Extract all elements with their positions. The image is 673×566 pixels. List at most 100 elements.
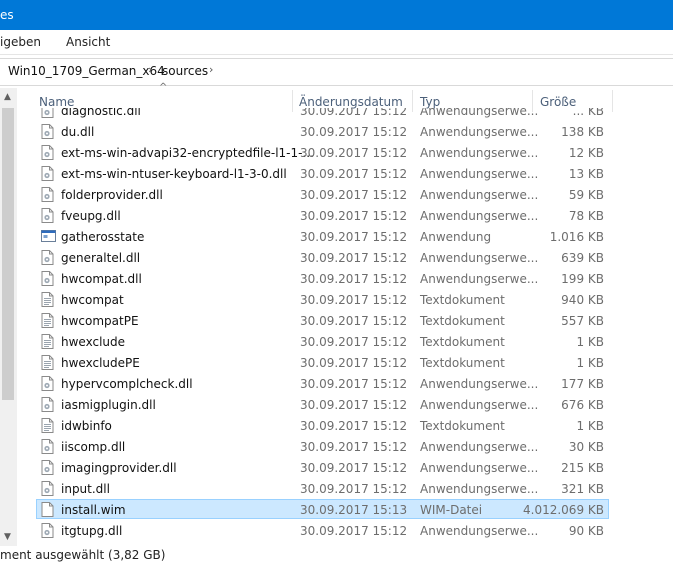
file-type: Anwendungserwe... <box>420 125 539 139</box>
file-date: 30.09.2017 15:12 <box>300 167 408 181</box>
scroll-up-arrow-icon[interactable]: ▲ <box>4 92 11 102</box>
file-row[interactable]: hwcompatPE 30.09.2017 15:12 Textdokument 55… <box>36 310 609 330</box>
dll-file-icon <box>41 481 54 496</box>
file-type: Anwendungserwe... <box>420 167 539 181</box>
breadcrumb-sources[interactable]: sources <box>162 64 208 78</box>
file-name: hwcompat.dll <box>61 272 142 286</box>
file-size: 13 KB <box>568 167 604 181</box>
file-date: 30.09.2017 15:12 <box>300 230 408 244</box>
file-row[interactable]: hwcompat 30.09.2017 15:12 Textdokument 940 … <box>36 289 609 309</box>
file-row[interactable]: hwexclude 30.09.2017 15:12 Textdokument 1 K… <box>36 331 609 351</box>
file-date: 30.09.2017 15:12 <box>300 377 408 391</box>
breadcrumb-win10-folder[interactable]: Win10_1709_German_x64 <box>8 64 165 78</box>
file-row[interactable]: hypervcomplcheck.dll 30.09.2017 15:12 Anwe… <box>36 373 609 393</box>
text-file-icon <box>41 355 54 370</box>
application-icon <box>41 229 56 244</box>
tab-ansicht[interactable]: Ansicht <box>66 35 110 49</box>
file-row[interactable]: fveupg.dll 30.09.2017 15:12 Anwendungserwe… <box>36 205 609 225</box>
file-row[interactable]: generaltel.dll 30.09.2017 15:12 Anwendungs… <box>36 247 609 267</box>
file-date: 30.09.2017 15:12 <box>300 461 408 475</box>
file-date: 30.09.2017 15:12 <box>300 335 408 349</box>
file-name: ext-ms-win-ntuser-keyboard-l1-3-0.dll <box>61 167 287 181</box>
file-list: diagnostic.dll 30.09.2017 15:12 Anwendungs… <box>0 108 673 546</box>
file-size: 4.012.069 KB <box>523 503 604 517</box>
text-file-icon <box>41 334 54 349</box>
file-row[interactable]: folderprovider.dll 30.09.2017 15:12 Anwend… <box>36 184 609 204</box>
chevron-right-icon[interactable]: › <box>148 63 152 76</box>
dll-file-icon <box>41 108 54 118</box>
file-size: 199 KB <box>561 272 604 286</box>
file-name: du.dll <box>61 125 95 139</box>
column-header-type[interactable]: Typ <box>420 95 440 109</box>
file-type: Anwendungserwe... <box>420 398 539 412</box>
file-size: 90 KB <box>568 524 604 538</box>
file-name: iasmigplugin.dll <box>61 398 156 412</box>
dll-file-icon <box>41 271 54 286</box>
file-size: 78 KB <box>568 209 604 223</box>
file-name: hypervcomplcheck.dll <box>61 377 193 391</box>
file-type: Anwendungserwe... <box>420 209 539 223</box>
file-row[interactable]: idwbinfo 30.09.2017 15:12 Textdokument 1 KB <box>36 415 609 435</box>
file-type: Anwendungserwe... <box>420 461 539 475</box>
status-bar: ment ausgewählt (3,82 GB) <box>0 546 673 566</box>
file-size: 177 KB <box>561 377 604 391</box>
column-header-size[interactable]: Größe <box>540 95 576 109</box>
file-size: 215 KB <box>561 461 604 475</box>
column-header-date[interactable]: Änderungsdatum <box>299 95 403 109</box>
file-date: 30.09.2017 15:12 <box>300 293 408 307</box>
file-size: 676 KB <box>561 398 604 412</box>
file-row[interactable]: itgtupg.dll 30.09.2017 15:12 Anwendungserw… <box>36 520 609 540</box>
file-row[interactable]: du.dll 30.09.2017 15:12 Anwendungserwe... 1… <box>36 121 609 141</box>
file-date: 30.09.2017 15:12 <box>300 209 408 223</box>
file-date: 30.09.2017 15:12 <box>300 314 408 328</box>
file-date: 30.09.2017 15:12 <box>300 188 408 202</box>
file-row[interactable]: hwexcludePE 30.09.2017 15:12 Textdokument 1… <box>36 352 609 372</box>
dll-file-icon <box>41 460 54 475</box>
dll-file-icon <box>41 250 54 265</box>
dll-file-icon <box>41 208 54 223</box>
file-date: 30.09.2017 15:12 <box>300 440 408 454</box>
address-bar[interactable]: Win10_1709_German_x64 › sources › <box>0 58 673 86</box>
chevron-right-icon[interactable]: › <box>209 63 213 76</box>
dll-file-icon <box>41 523 54 538</box>
file-name: idwbinfo <box>61 419 112 433</box>
file-date: 30.09.2017 15:12 <box>300 146 408 160</box>
file-size: 321 KB <box>561 482 604 496</box>
file-name: input.dll <box>61 482 110 496</box>
file-type: Anwendungserwe... <box>420 482 539 496</box>
file-type: WIM-Datei <box>420 503 483 517</box>
title-bar[interactable]: es <box>0 0 673 30</box>
file-size: 639 KB <box>561 251 604 265</box>
file-row[interactable]: iiscomp.dll 30.09.2017 15:12 Anwendungserw… <box>36 436 609 456</box>
dll-file-icon <box>41 376 54 391</box>
file-date: 30.09.2017 15:12 <box>300 398 408 412</box>
file-name: install.wim <box>61 503 126 517</box>
dll-file-icon <box>41 397 54 412</box>
file-date: 30.09.2017 15:12 <box>300 356 408 370</box>
column-header-name[interactable]: Name <box>39 95 74 109</box>
file-row[interactable]: imagingprovider.dll 30.09.2017 15:12 Anwen… <box>36 457 609 477</box>
file-date: 30.09.2017 15:12 <box>300 251 408 265</box>
file-size: 1 KB <box>576 419 604 433</box>
file-size: 1.016 KB <box>549 230 604 244</box>
file-type: Anwendung <box>420 230 492 244</box>
tab-freigeben[interactable]: igeben <box>0 35 41 49</box>
file-row[interactable]: iasmigplugin.dll 30.09.2017 15:12 Anwendun… <box>36 394 609 414</box>
file-row[interactable]: ext-ms-win-ntuser-keyboard-l1-3-0.dll 30.… <box>36 163 609 183</box>
file-type: Anwendungserwe... <box>420 440 539 454</box>
file-type: Textdokument <box>420 356 505 370</box>
file-row[interactable]: ext-ms-win-advapi32-encryptedfile-l1-1-.… <box>36 142 609 162</box>
file-date: 30.09.2017 15:12 <box>300 524 408 538</box>
file-date: 30.09.2017 15:12 <box>300 125 408 139</box>
file-row[interactable]: diagnostic.dll 30.09.2017 15:12 Anwendungs… <box>36 108 609 120</box>
dll-file-icon <box>41 145 54 160</box>
file-type: Textdokument <box>420 293 505 307</box>
file-row[interactable]: gatherosstate 30.09.2017 15:12 Anwendung 1.… <box>36 226 609 246</box>
file-name: ext-ms-win-advapi32-encryptedfile-l1-1-.… <box>61 146 314 160</box>
text-file-icon <box>41 313 54 328</box>
file-name: hwcompat <box>61 293 124 307</box>
file-row-selected[interactable]: install.wim 30.09.2017 15:13 WIM-Datei 4.01… <box>36 499 609 519</box>
file-row[interactable]: input.dll 30.09.2017 15:12 Anwendungserwe.… <box>36 478 609 498</box>
file-size: 138 KB <box>561 125 604 139</box>
file-row[interactable]: hwcompat.dll 30.09.2017 15:12 Anwendungser… <box>36 268 609 288</box>
